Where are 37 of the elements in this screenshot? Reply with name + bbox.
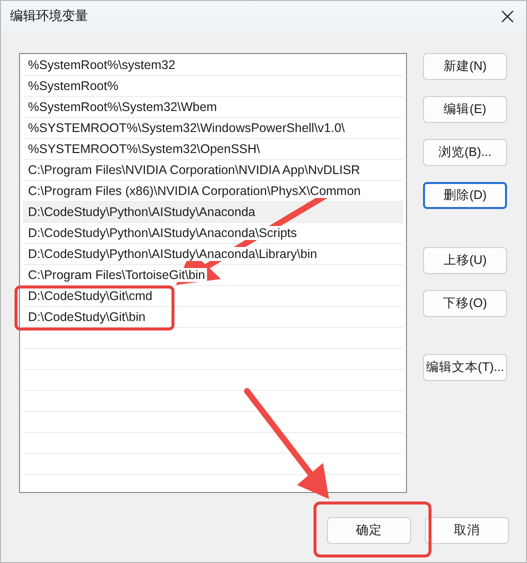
path-text: C:\Program Files\TortoiseGit\bin [28, 268, 208, 282]
path-row[interactable]: C:\Program Files (x86)\NVIDIA Corporation\PhysX\Common [23, 181, 403, 202]
path-text: %SYSTEMROOT%\System32\WindowsPowerShell\v1.0\ [28, 121, 347, 135]
path-row[interactable]: D:\CodeStudy\Git\cmd [23, 286, 403, 307]
dialog-button[interactable]: 确定 [327, 517, 411, 544]
path-text: D:\CodeStudy\Python\AIStudy\Anaconda\Scripts [28, 226, 299, 240]
path-row[interactable]: %SYSTEMROOT%\System32\OpenSSH\ [23, 139, 403, 160]
dialog-button[interactable]: 取消 [425, 517, 509, 544]
path-text: %SYSTEMROOT%\System32\OpenSSH\ [28, 142, 262, 156]
path-row[interactable]: %SystemRoot% [23, 76, 403, 97]
side-button[interactable]: 上移(U) [423, 247, 507, 274]
path-row[interactable]: C:\Program Files\TortoiseGit\bin [23, 265, 403, 286]
path-text: D:\CodeStudy\Python\AIStudy\Anaconda\Library\bin [28, 247, 320, 261]
path-text: D:\CodeStudy\Python\AIStudy\Anaconda [28, 205, 258, 219]
close-icon[interactable] [501, 10, 514, 22]
path-row[interactable]: D:\CodeStudy\Python\AIStudy\Anaconda\Library\bin [23, 244, 403, 265]
path-row[interactable]: %SystemRoot%\System32\Wbem [23, 97, 403, 118]
path-row[interactable]: D:\CodeStudy\Python\AIStudy\Anaconda [23, 202, 403, 223]
side-button[interactable]: 编辑文本(T)... [423, 354, 507, 381]
path-row[interactable]: %SystemRoot%\system32 [23, 55, 403, 76]
side-button[interactable]: 编辑(E) [423, 96, 507, 123]
side-button[interactable]: 浏览(B)... [423, 139, 507, 166]
path-text: %SystemRoot%\System32\Wbem [28, 100, 219, 114]
path-text: C:\Program Files\NVIDIA Corporation\NVIDIA App\NvDLISR [28, 163, 362, 177]
side-button[interactable]: 下移(O) [423, 290, 507, 317]
path-text: D:\CodeStudy\Git\bin [28, 310, 148, 324]
path-row[interactable]: C:\Program Files\NVIDIA Corporation\NVIDIA App\NvDLISR [23, 160, 403, 181]
side-button[interactable]: 新建(N) [423, 53, 507, 80]
path-row[interactable]: D:\CodeStudy\Python\AIStudy\Anaconda\Scripts [23, 223, 403, 244]
window-title: 编辑环境变量 [10, 7, 88, 25]
side-button[interactable]: 删除(D) [423, 182, 507, 209]
path-text: C:\Program Files (x86)\NVIDIA Corporation\PhysX\Common [28, 184, 363, 198]
path-row[interactable]: D:\CodeStudy\Git\bin [23, 307, 403, 328]
path-row[interactable]: %SYSTEMROOT%\System32\WindowsPowerShell\v1.0\ [23, 118, 403, 139]
path-text: D:\CodeStudy\Git\cmd [28, 289, 154, 303]
path-text: %SystemRoot% [28, 79, 120, 93]
path-text: %SystemRoot%\system32 [28, 58, 178, 72]
